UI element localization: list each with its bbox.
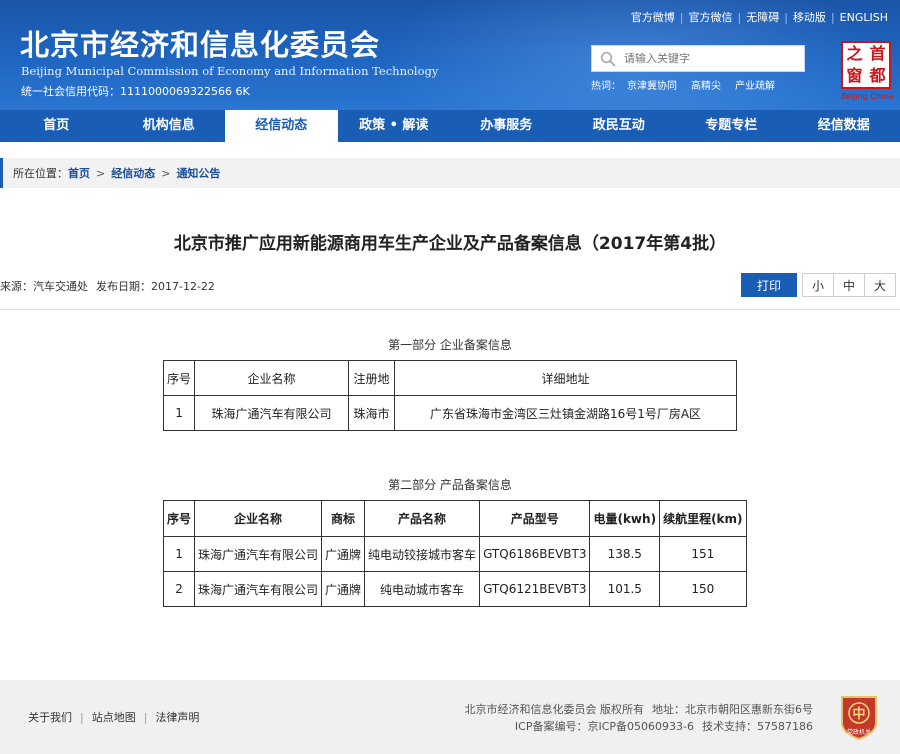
footer-about-link[interactable]: 关于我们 — [28, 709, 72, 725]
footer-legal-link[interactable]: 法律声明 — [155, 709, 199, 725]
breadcrumb-home[interactable]: 首页 — [68, 165, 90, 181]
party-government-badge-icon[interactable]: 中 党政机关 — [838, 693, 880, 741]
breadcrumb-notices[interactable]: 通知公告 — [176, 165, 220, 181]
footer-info: 北京市经济和信息化委员会 版权所有 地址：北京市朝阳区惠新东街6号 ICP备案编号… — [457, 701, 814, 735]
article-title: 北京市推广应用新能源商用车生产企业及产品备案信息（2017年第4批） — [173, 234, 727, 254]
table-cell: 珠海广通汽车有限公司 — [194, 536, 323, 572]
footer-address: 地址：北京市朝阳区惠新东街6号 — [652, 703, 813, 716]
table-cell: 101.5 — [589, 571, 661, 607]
table-cell: 150 — [659, 571, 747, 607]
enterprise-table: 序号 企业名称 注册地 详细地址 1 珠海广通汽车有限公司 珠海市 广东省珠海市… — [162, 360, 737, 431]
mobile-link[interactable]: 移动版 — [789, 9, 830, 25]
svg-text:中: 中 — [852, 706, 865, 722]
breadcrumb: 所在位置： 首页 > 经信动态 > 通知公告 — [0, 158, 900, 188]
table-cell: 广通牌 — [321, 536, 366, 572]
footer-icp[interactable]: ICP备案编号：京ICP备05060933-6 — [515, 720, 694, 733]
breadcrumb-separator: > — [96, 166, 106, 180]
nav-item-news[interactable]: 经信动态 — [225, 110, 338, 142]
site-header: 北京市经济和信息化委员会 Beijing Municipal Commissio… — [0, 0, 900, 110]
table-cell: 广通牌 — [321, 571, 366, 607]
table-cell: 138.5 — [589, 536, 661, 572]
site-subtitle: Beijing Municipal Commission of Economy … — [21, 64, 439, 78]
footer-sitemap-link[interactable]: 站点地图 — [92, 709, 136, 725]
table-cell: GTQ6121BEVBT3 — [479, 571, 591, 607]
table-header: 电量(kwh) — [589, 500, 661, 537]
nav-item-home[interactable]: 首页 — [0, 110, 113, 142]
table-cell: 珠海市 — [348, 395, 396, 431]
font-size-medium-button[interactable]: 中 — [833, 273, 865, 297]
logo-caption: Beijing China — [840, 92, 894, 101]
font-size-large-button[interactable]: 大 — [864, 273, 896, 297]
nav-item-interaction[interactable]: 政民互动 — [563, 110, 676, 142]
hot-word-link[interactable]: 产业疏解 — [735, 81, 775, 92]
main-nav: 首页 机构信息 经信动态 政策 • 解读 办事服务 政民互动 专题专栏 经信数据 — [0, 110, 900, 142]
site-footer: 关于我们 | 站点地图 | 法律声明 北京市经济和信息化委员会 版权所有 地址：北京市… — [0, 680, 900, 754]
weibo-link[interactable]: 官方微博 — [627, 9, 679, 25]
table-header: 商标 — [321, 500, 366, 537]
nav-item-policy[interactable]: 政策 • 解读 — [338, 110, 451, 142]
table-header: 产品型号 — [479, 500, 591, 537]
wechat-link[interactable]: 官方微信 — [685, 9, 737, 25]
hot-words-label: 热词： — [591, 81, 621, 92]
search-box[interactable] — [591, 45, 805, 72]
footer-copyright: 北京市经济和信息化委员会 版权所有 — [464, 703, 645, 716]
table-header: 企业名称 — [194, 360, 350, 396]
table-cell: 珠海广通汽车有限公司 — [194, 571, 323, 607]
table-cell: 151 — [659, 536, 747, 572]
print-button[interactable]: 打印 — [741, 273, 797, 297]
part2-title: 第二部分 产品备案信息 — [388, 478, 512, 492]
nav-item-services[interactable]: 办事服务 — [450, 110, 563, 142]
breadcrumb-label: 所在位置： — [13, 167, 68, 180]
nav-item-org-info[interactable]: 机构信息 — [113, 110, 226, 142]
table-cell: 1 — [162, 536, 196, 572]
search-icon[interactable] — [600, 51, 616, 67]
english-link[interactable]: ENGLISH — [836, 11, 892, 24]
article-date: 发布日期：2017-12-22 — [96, 280, 215, 293]
badge-caption: 党政机关 — [847, 728, 871, 736]
part1-title: 第一部分 企业备案信息 — [388, 338, 512, 352]
table-cell: 2 — [162, 571, 196, 607]
article-meta: 来源：汽车交通处 发布日期：2017-12-22 — [0, 278, 223, 294]
table-header: 序号 — [162, 360, 196, 396]
font-size-group: 小 中 大 — [802, 273, 896, 297]
accessibility-link[interactable]: 无障碍 — [742, 9, 783, 25]
product-table: 序号 企业名称 商标 产品名称 产品型号 电量(kwh) 续航里程(km) 1 … — [162, 500, 747, 607]
table-header: 企业名称 — [194, 500, 323, 537]
footer-support: 技术支持：57587186 — [702, 720, 813, 733]
article-source: 来源：汽车交通处 — [0, 280, 88, 293]
table-row: 2 珠海广通汽车有限公司 广通牌 纯电动城市客车 GTQ6121BEVBT3 1… — [162, 571, 747, 607]
table-cell: 广东省珠海市金湾区三灶镇金湖路16号1号厂房A区 — [394, 395, 737, 431]
table-header-row: 序号 企业名称 注册地 详细地址 — [162, 360, 737, 396]
table-header: 注册地 — [348, 360, 396, 396]
hot-word-link[interactable]: 高精尖 — [691, 81, 721, 92]
table-row: 1 珠海广通汽车有限公司 珠海市 广东省珠海市金湾区三灶镇金湖路16号1号厂房A… — [162, 395, 737, 431]
breadcrumb-news[interactable]: 经信动态 — [111, 165, 155, 181]
table-cell: 珠海广通汽车有限公司 — [194, 395, 350, 431]
table-cell: GTQ6186BEVBT3 — [479, 536, 591, 572]
table-header: 续航里程(km) — [659, 500, 747, 537]
table-header: 产品名称 — [364, 500, 481, 537]
table-cell: 1 — [162, 395, 196, 431]
top-links: 官方微博 | 官方微信 | 无障碍 | 移动版 | ENGLISH — [627, 9, 892, 25]
site-title[interactable]: 北京市经济和信息化委员会 — [20, 22, 380, 64]
capital-window-logo[interactable]: 之 首 窗 都 Beijing China — [838, 41, 896, 103]
divider — [0, 309, 900, 310]
breadcrumb-separator: > — [161, 166, 171, 180]
nav-item-data[interactable]: 经信数据 — [788, 110, 900, 142]
table-cell: 纯电动城市客车 — [364, 571, 481, 607]
search-input[interactable] — [624, 52, 794, 65]
table-header: 详细地址 — [394, 360, 737, 396]
table-header-row: 序号 企业名称 商标 产品名称 产品型号 电量(kwh) 续航里程(km) — [162, 500, 747, 537]
nav-item-topics[interactable]: 专题专栏 — [675, 110, 788, 142]
hot-words: 热词： 京津冀协同 高精尖 产业疏解 — [591, 77, 789, 92]
table-header: 序号 — [162, 500, 196, 537]
credit-code: 统一社会信用代码：1111000069322566 6K — [21, 85, 250, 98]
table-cell: 纯电动铰接城市客车 — [364, 536, 481, 572]
table-row: 1 珠海广通汽车有限公司 广通牌 纯电动铰接城市客车 GTQ6186BEVBT3… — [162, 536, 747, 572]
hot-word-link[interactable]: 京津冀协同 — [627, 81, 677, 92]
footer-links: 关于我们 | 站点地图 | 法律声明 — [28, 709, 200, 725]
font-size-small-button[interactable]: 小 — [802, 273, 834, 297]
stamp-box: 之 首 窗 都 — [841, 41, 891, 89]
